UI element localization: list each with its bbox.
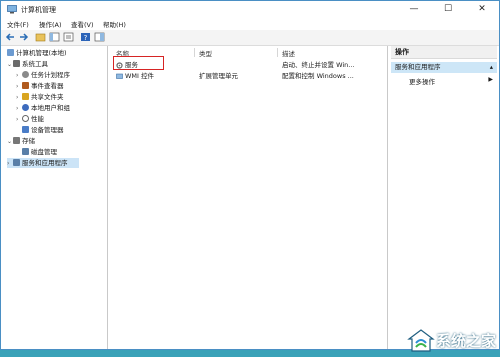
svg-text:?: ?: [84, 34, 88, 42]
column-divider[interactable]: [277, 48, 278, 57]
content-list: 名称 类型 描述 服务 启动、终止并设置 Win... WMI 控件 扩展管理单…: [111, 46, 388, 349]
watermark-text: 系统之家: [435, 331, 496, 350]
wmi-icon: [116, 73, 123, 79]
folder-icon: [22, 93, 29, 100]
computer-management-icon: [7, 5, 17, 14]
back-arrow-icon[interactable]: [5, 32, 16, 42]
menu-action[interactable]: 操作(A): [39, 19, 62, 29]
highlight-box: [113, 56, 164, 70]
tree-event-viewer[interactable]: › 事件查看器: [16, 81, 64, 91]
list-row-type: 扩展管理单元: [199, 72, 238, 80]
toolbar: ?: [1, 30, 499, 46]
column-header-type[interactable]: 类型: [199, 48, 212, 58]
up-level-icon[interactable]: [35, 32, 46, 42]
list-row-wmi[interactable]: WMI 控件 扩展管理单元 配置和控制 Windows ...: [111, 71, 387, 82]
tree-storage[interactable]: ⌄ 存储: [7, 136, 35, 146]
tree-performance[interactable]: › 性能: [16, 114, 44, 124]
chevron-right-icon[interactable]: ›: [16, 71, 22, 81]
clock-icon: [22, 71, 29, 78]
menu-view[interactable]: 查看(V): [71, 19, 94, 29]
list-row-description: 启动、终止并设置 Win...: [282, 61, 355, 69]
menu-bar: 文件(F) 操作(A) 查看(V) 帮助(H): [1, 18, 499, 30]
window-title: 计算机管理: [21, 6, 56, 14]
actions-selected-section[interactable]: 服务和应用程序 ▴: [391, 62, 497, 73]
tools-icon: [13, 60, 20, 67]
column-header-description[interactable]: 描述: [282, 48, 295, 58]
computer-management-window: 计算机管理 — ☐ ✕ 文件(F) 操作(A) 查看(V) 帮助(H) ? 计算…: [0, 0, 500, 350]
list-row-name: WMI 控件: [125, 72, 155, 80]
list-row-description: 配置和控制 Windows ...: [282, 72, 354, 80]
tree-system-tools[interactable]: ⌄ 系统工具: [7, 59, 48, 69]
performance-icon: [22, 115, 29, 122]
action-pane-icon[interactable]: [94, 32, 105, 42]
disk-icon: [22, 148, 29, 155]
house-logo-icon: [407, 329, 435, 352]
menu-file[interactable]: 文件(F): [7, 19, 29, 29]
tree-root[interactable]: 计算机管理(本地): [7, 48, 67, 58]
watermark: 系统之家: [406, 325, 496, 355]
collapse-arrow-icon[interactable]: ▴: [490, 62, 493, 73]
actions-selected-label: 服务和应用程序: [395, 63, 441, 71]
column-divider[interactable]: [194, 48, 195, 57]
help-icon[interactable]: ?: [80, 32, 91, 42]
tree-shared-folders[interactable]: › 共享文件夹: [16, 92, 64, 102]
submenu-arrow-icon: ▶: [488, 76, 493, 83]
navigation-tree: 计算机管理(本地) ⌄ 系统工具 › 任务计划程序 › 事件查看器 › 共享文件夹 › 本…: [4, 46, 108, 349]
chevron-right-icon[interactable]: ›: [16, 115, 22, 125]
storage-icon: [13, 137, 20, 144]
tree-local-users-groups[interactable]: › 本地用户和组: [16, 103, 70, 113]
chevron-right-icon[interactable]: ›: [16, 104, 22, 114]
close-button[interactable]: ✕: [465, 1, 499, 18]
tree-disk-management[interactable]: 磁盘管理: [22, 147, 57, 157]
actions-pane: 操作 服务和应用程序 ▴ 更多操作 ▶: [391, 46, 497, 349]
title-bar: 计算机管理 — ☐ ✕: [1, 1, 499, 18]
tree-task-scheduler[interactable]: › 任务计划程序: [16, 70, 70, 80]
device-manager-icon: [22, 126, 29, 133]
users-icon: [22, 104, 29, 111]
properties-icon[interactable]: [63, 32, 74, 42]
show-hide-tree-icon[interactable]: [49, 32, 60, 42]
minimize-button[interactable]: —: [397, 1, 431, 18]
menu-help[interactable]: 帮助(H): [103, 19, 126, 29]
event-viewer-icon: [22, 82, 29, 89]
services-apps-icon: [13, 159, 20, 166]
more-actions-item[interactable]: 更多操作: [409, 76, 435, 86]
tree-services-applications[interactable]: › 服务和应用程序: [7, 158, 79, 168]
computer-icon: [7, 49, 14, 56]
maximize-button[interactable]: ☐: [431, 1, 465, 18]
tree-device-manager[interactable]: 设备管理器: [22, 125, 64, 135]
actions-header: 操作: [391, 46, 497, 59]
more-actions-label: 更多操作: [409, 78, 435, 86]
forward-arrow-icon[interactable]: [18, 32, 29, 42]
